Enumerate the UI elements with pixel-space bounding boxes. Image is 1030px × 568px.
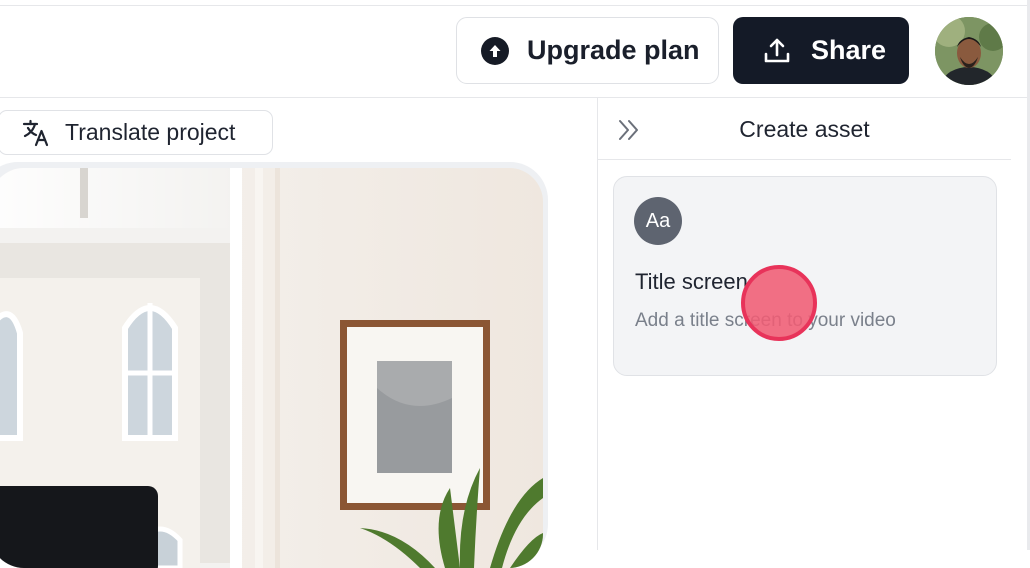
upgrade-plan-button[interactable]: Upgrade plan: [456, 17, 719, 84]
share-label: Share: [811, 35, 887, 65]
translate-icon: [21, 118, 51, 148]
panel-title: Create asset: [739, 116, 870, 142]
video-preview[interactable]: [0, 168, 543, 568]
arrow-up-circle-icon: [481, 36, 509, 65]
text-style-icon: Aa: [634, 197, 682, 245]
translate-project-button[interactable]: Translate project: [0, 110, 273, 155]
top-bar: Upgrade plan Share: [0, 5, 1030, 98]
upgrade-plan-label: Upgrade plan: [527, 35, 700, 65]
upload-icon: [761, 35, 793, 67]
share-button[interactable]: Share: [733, 17, 909, 84]
avatar[interactable]: [935, 17, 1003, 85]
cursor-highlight: [741, 265, 817, 341]
asset-title: Title screen: [635, 269, 748, 294]
translate-project-label: Translate project: [65, 119, 236, 145]
panel-header: Create asset: [598, 98, 1011, 160]
